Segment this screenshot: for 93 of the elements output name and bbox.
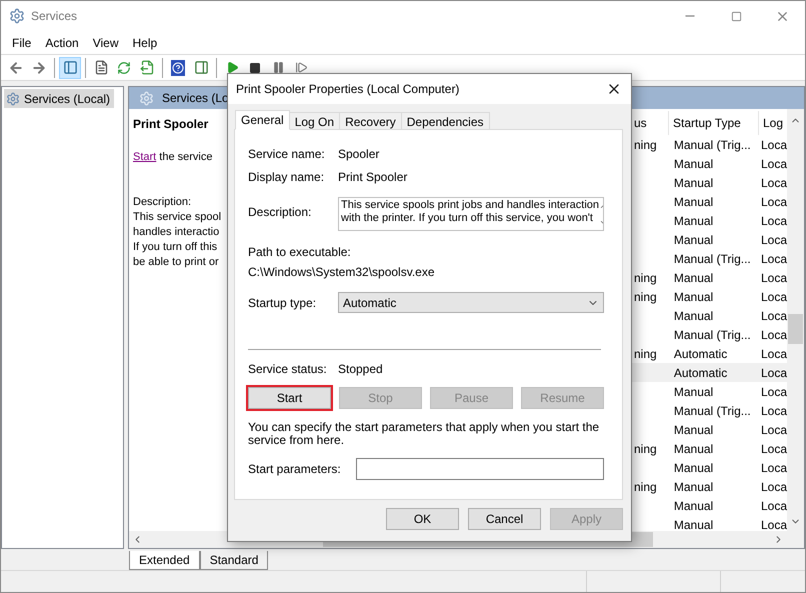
maximize-icon: [730, 10, 742, 22]
table-cell: Loca: [760, 422, 787, 436]
gear-icon: [139, 90, 154, 106]
table-cell: Manual: [674, 156, 714, 170]
window-title: Services: [31, 8, 78, 25]
path-value: C:\Windows\System32\spoolsv.exe: [248, 264, 435, 281]
table-cell: Loca: [760, 308, 787, 322]
table-cell: Manual (Trig...: [674, 404, 751, 418]
table-cell: Manual: [674, 480, 714, 494]
path-label: Path to executable:: [248, 244, 351, 261]
table-cell: Loca: [760, 346, 787, 360]
table-cell: Loca: [760, 194, 787, 208]
field-label: Startup type:: [248, 294, 318, 312]
table-cell: Loca: [760, 290, 787, 304]
view-tab[interactable]: Extended: [129, 551, 200, 570]
menu-item[interactable]: View: [86, 34, 126, 52]
field-value: Spooler: [338, 146, 380, 163]
table-cell: ning: [634, 138, 657, 152]
table-cell: Loca: [760, 328, 787, 342]
table-cell: Manual (Trig...: [674, 328, 751, 342]
table-cell: Loca: [760, 270, 787, 284]
description-text: This service spool handles interactio If you turn off this be able to print or: [133, 210, 222, 270]
table-cell: Manual: [674, 214, 714, 228]
service-title: Print Spooler: [133, 117, 208, 132]
table-cell: ning: [634, 290, 657, 304]
column-header[interactable]: Startup Type: [669, 111, 759, 135]
field-label: Description:: [248, 204, 312, 221]
menu-item[interactable]: File: [5, 34, 38, 52]
dialog-button[interactable]: Cancel: [468, 508, 541, 530]
table-cell: Manual: [674, 422, 714, 436]
menu-item[interactable]: Help: [126, 34, 164, 52]
table-cell: Loca: [760, 366, 787, 380]
dialog-tab[interactable]: Dependencies: [400, 112, 490, 130]
table-cell: Manual (Trig...: [674, 252, 751, 266]
dialog-tab[interactable]: Recovery: [339, 112, 402, 130]
table-cell: Manual (Trig...: [674, 138, 751, 152]
table-cell: Loca: [760, 176, 787, 190]
vertical-scrollbar[interactable]: [787, 109, 804, 531]
table-cell: ning: [634, 480, 657, 494]
table-cell: Manual: [674, 498, 714, 512]
table-cell: Loca: [760, 232, 787, 246]
table-cell: Loca: [760, 498, 787, 512]
table-cell: Loca: [760, 214, 787, 228]
tree-item[interactable]: Services (Local): [4, 89, 114, 108]
field-label: Service status:: [248, 360, 328, 378]
description-label: Description:: [133, 195, 192, 210]
column-header[interactable]: Log: [759, 111, 787, 135]
service-status: Stopped: [338, 360, 383, 378]
scroll-thumb[interactable]: [788, 314, 803, 344]
table-cell: Loca: [760, 138, 787, 152]
table-cell: Manual: [674, 308, 714, 322]
table-cell: Automatic: [674, 366, 728, 380]
table-cell: Loca: [760, 384, 787, 398]
table-cell: Manual: [674, 442, 714, 456]
field-label: Display name:: [248, 169, 326, 186]
table-cell: Manual: [674, 176, 714, 190]
table-cell: Loca: [760, 518, 787, 531]
console-tree-icon[interactable]: [59, 56, 81, 78]
table-cell: ning: [634, 346, 657, 360]
menu-item[interactable]: Action: [38, 34, 86, 52]
table-cell: Automatic: [674, 346, 728, 360]
dialog-tab[interactable]: General: [235, 110, 290, 130]
table-cell: Loca: [760, 404, 787, 418]
table-cell: Loca: [760, 442, 787, 456]
dialog-title: Print Spooler Properties (Local Computer): [236, 81, 460, 98]
table-cell: Manual: [674, 194, 714, 208]
dialog-button[interactable]: OK: [386, 508, 459, 530]
description-text: This service spools print jobs and handles interaction: [341, 199, 600, 212]
description-text: with the printer. If you turn off this service, you won't: [341, 212, 593, 225]
table-cell: Loca: [760, 156, 787, 170]
service-button[interactable]: Start: [248, 387, 331, 409]
table-cell: Manual: [674, 270, 714, 284]
table-cell: Manual: [674, 232, 714, 246]
table-cell: Loca: [760, 252, 787, 266]
table-cell: Manual: [674, 518, 714, 531]
startup-type-dropdown[interactable]: Automatic: [338, 292, 604, 313]
start-service-text: Start the service: [133, 150, 212, 165]
table-cell: ning: [634, 270, 657, 284]
table-cell: ning: [634, 442, 657, 456]
gear-icon: [6, 92, 20, 106]
start-link[interactable]: Start: [133, 151, 156, 163]
field-label: Start parameters:: [248, 461, 342, 478]
start-parameters-field[interactable]: [356, 458, 604, 480]
table-cell: Manual: [674, 290, 714, 304]
field-value: Print Spooler: [338, 169, 408, 186]
hint-text: You can specify the start parameters that apply when you start the service from here.: [248, 421, 600, 447]
field-label: Service name:: [248, 146, 326, 163]
view-tab[interactable]: Standard: [200, 551, 268, 570]
table-cell: Loca: [760, 480, 787, 494]
table-cell: Loca: [760, 460, 787, 474]
table-cell: Manual: [674, 460, 714, 474]
table-cell: Manual: [674, 384, 714, 398]
services-gear-icon: [9, 8, 25, 24]
